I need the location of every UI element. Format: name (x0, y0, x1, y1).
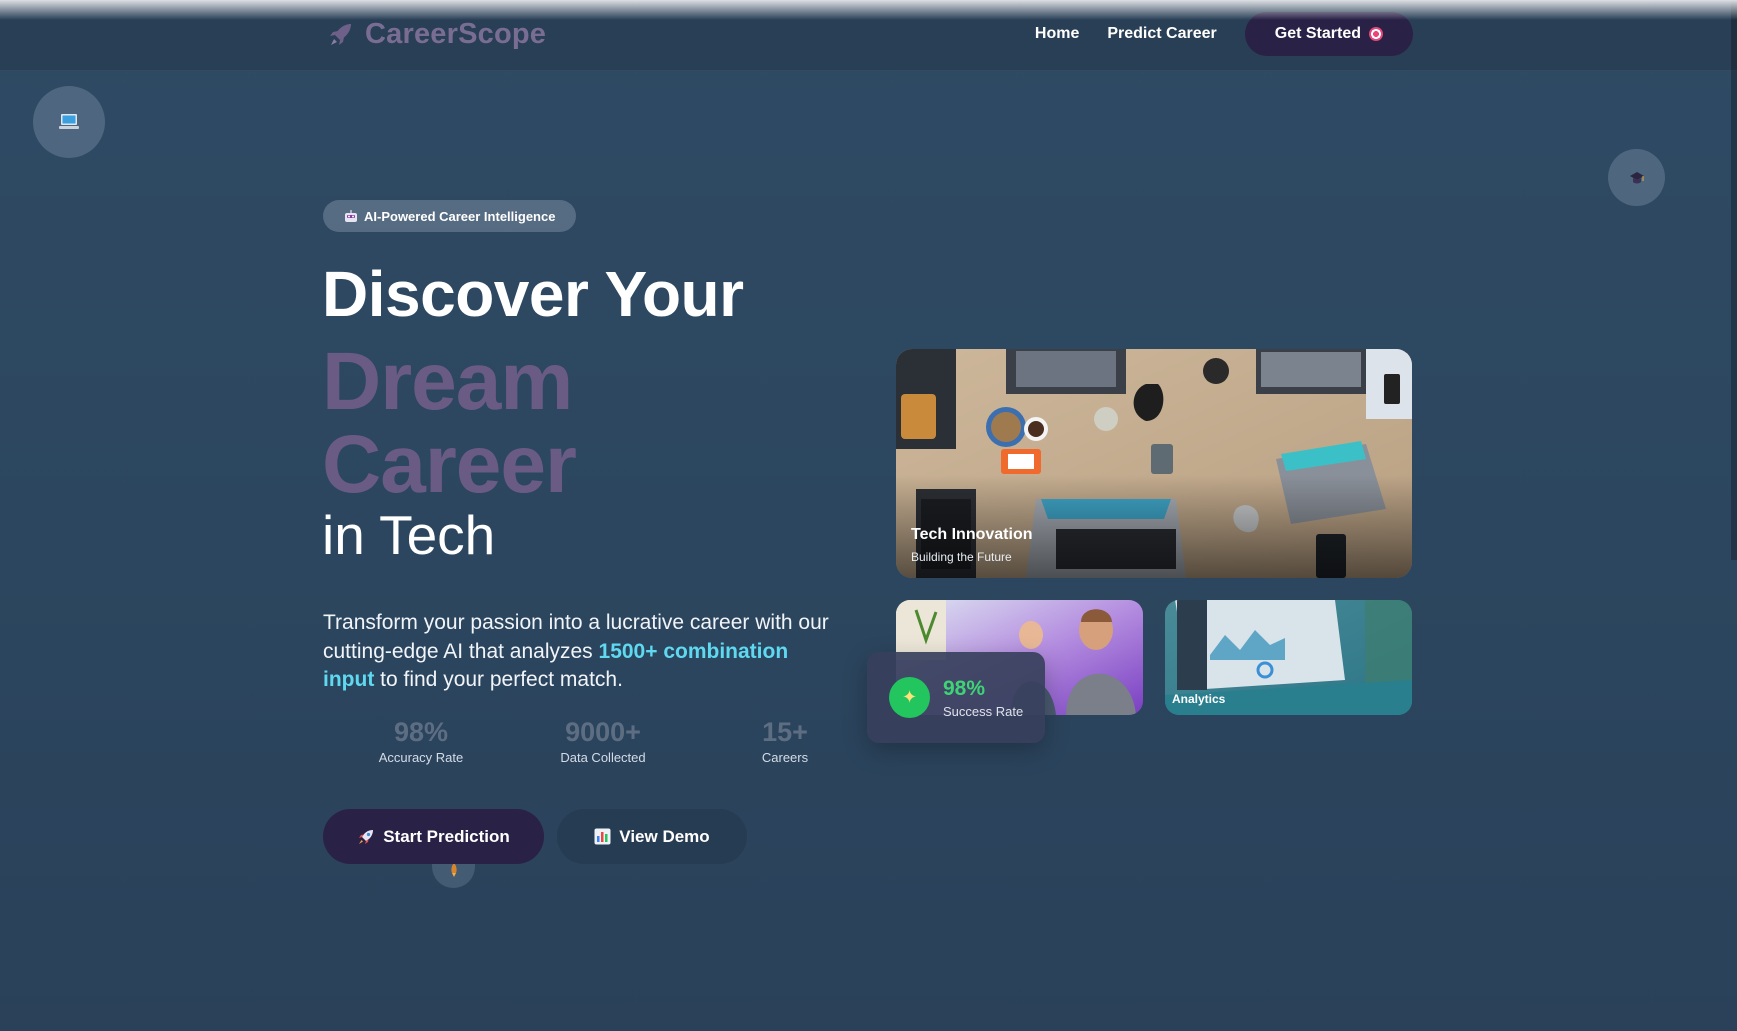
tech-innovation-card[interactable]: Tech Innovation Building the Future (896, 349, 1412, 578)
laptop-icon (59, 114, 79, 129)
target-icon (1369, 27, 1383, 41)
floating-laptop-bubble (33, 86, 105, 158)
hero-title-career: Career (322, 419, 577, 510)
stat-label: Careers (761, 750, 809, 765)
success-rate-value: 98% (943, 677, 986, 700)
floating-graduation-bubble (1608, 149, 1665, 206)
stat-data-collected: 9000+ Data Collected (512, 717, 694, 765)
description-post: to find your perfect match. (374, 668, 623, 691)
sparkle-icon: ✦ (889, 677, 930, 718)
view-demo-label: View Demo (619, 826, 710, 846)
analytics-label: Analytics (1172, 692, 1226, 706)
analytics-card[interactable]: Analytics (1165, 600, 1412, 715)
stat-label: Accuracy Rate (378, 750, 464, 765)
stat-value: 15+ (762, 717, 808, 747)
stats-row: 98% Accuracy Rate 9000+ Data Collected 1… (330, 717, 876, 765)
stat-value: 98% (393, 717, 449, 747)
hero-title-line1: Discover Your (322, 258, 744, 330)
nav-link-home[interactable]: Home (1035, 25, 1079, 43)
bar-chart-icon (594, 828, 611, 845)
rocket-icon (359, 829, 374, 844)
top-fade (0, 0, 1737, 20)
ai-badge: AI-Powered Career Intelligence (323, 200, 577, 232)
stat-accuracy: 98% Accuracy Rate (330, 717, 512, 765)
success-rate-label: Success Rate (943, 704, 1024, 719)
hero-title-dream: Dream (322, 336, 573, 427)
get-started-label: Get Started (1274, 25, 1361, 42)
rocket-icon (330, 23, 351, 45)
brand-logo[interactable]: CareerScope (327, 18, 546, 51)
stat-careers: 15+ Careers (694, 717, 876, 765)
stat-value: 9000+ (565, 717, 641, 747)
robot-icon (345, 209, 357, 222)
brand-name: CareerScope (365, 18, 547, 50)
view-demo-button[interactable]: View Demo (557, 809, 747, 864)
hero-description: Transform your passion into a lucrative … (323, 609, 843, 695)
graduation-cap-icon (1629, 171, 1644, 183)
stat-label: Data Collected (560, 750, 646, 765)
tech-innovation-subtitle: Building the Future (911, 550, 1012, 564)
ai-badge-label: AI-Powered Career Intelligence (364, 208, 556, 224)
tech-innovation-title: Tech Innovation (911, 526, 1033, 543)
rocket-icon (450, 863, 457, 877)
success-rate-card: ✦ 98% Success Rate (867, 652, 1045, 743)
start-prediction-button[interactable]: Start Prediction (323, 809, 544, 864)
nav-link-predict-career[interactable]: Predict Career (1107, 25, 1216, 43)
scrollbar[interactable] (1731, 0, 1737, 560)
start-prediction-label: Start Prediction (383, 826, 510, 846)
hero-title-tech: in Tech (322, 504, 496, 566)
